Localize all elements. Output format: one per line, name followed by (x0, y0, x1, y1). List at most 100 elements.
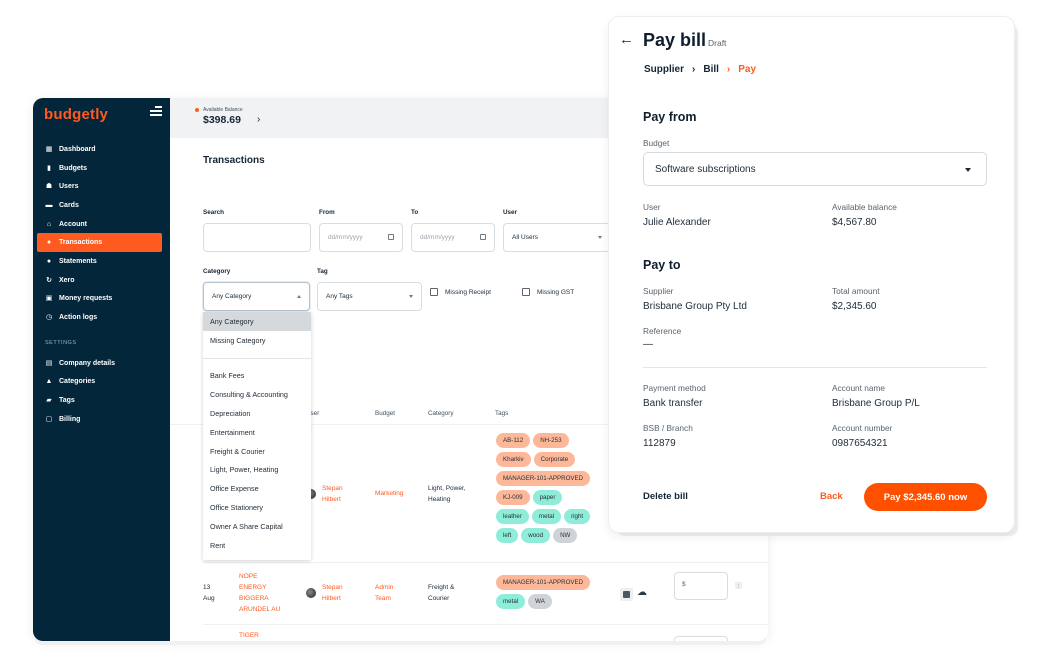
sidebar-item-company-details[interactable]: ▤ Company details (37, 354, 162, 373)
column-category[interactable]: Category (428, 410, 454, 417)
total-amount-value: $2,345.60 (832, 301, 877, 312)
breadcrumb-supplier[interactable]: Supplier (644, 64, 684, 75)
tag-chip: right (564, 509, 591, 524)
dropdown-option[interactable]: Office Expense (203, 479, 311, 498)
back-arrow-icon[interactable]: ← (619, 31, 634, 48)
sidebar-item-money-requests[interactable]: ▣ Money requests (37, 290, 162, 309)
calendar-icon[interactable] (388, 234, 394, 240)
dropdown-option[interactable]: Office Stationery (203, 498, 311, 517)
dropdown-option[interactable]: Light, Power, Heating (203, 461, 311, 480)
sidebar-item-cards[interactable]: ▬ Cards (37, 196, 162, 215)
sidebar-item-action-logs[interactable]: ◷ Action logs (37, 308, 162, 327)
sidebar-item-account[interactable]: ⌂ Account (37, 215, 162, 234)
balance-value[interactable]: $398.69 (203, 114, 241, 126)
avatar (306, 588, 316, 598)
sidebar-item-statements[interactable]: ● Statements (37, 252, 162, 271)
amount-input[interactable] (674, 636, 728, 641)
tag-chip: WA (528, 594, 552, 609)
breadcrumb-bill[interactable]: Bill (703, 64, 719, 75)
dropdown-option-missing-category[interactable]: Missing Category (203, 331, 311, 350)
amount-input[interactable]: $ (674, 572, 728, 600)
calendar-icon: ▢ (45, 415, 53, 423)
calendar-icon[interactable] (480, 234, 486, 240)
delete-bill-button[interactable]: Delete bill (643, 491, 688, 502)
sidebar-item-label: Budgets (59, 164, 87, 172)
row-date: 13 Aug (203, 584, 215, 602)
tag-select[interactable]: Any Tags (317, 282, 422, 311)
dropdown-option[interactable]: Bank Fees (203, 367, 311, 386)
tag-chip: left (496, 528, 519, 543)
cloud-upload-icon[interactable]: ☁ (637, 587, 647, 598)
panel-title: Pay bill (643, 30, 707, 50)
tag-chip: wood (521, 528, 551, 543)
sidebar-item-label: Cards (59, 201, 79, 209)
user-select[interactable]: All Users (503, 223, 611, 252)
checkbox-box[interactable] (522, 288, 530, 296)
missing-gst-checkbox[interactable]: Missing GST (522, 288, 574, 296)
budget-select[interactable]: Software subscriptions (643, 152, 987, 186)
row-merchant[interactable]: NOPE ENERGY BIGGERA ARUNDEL AU (239, 571, 280, 615)
dropdown-option[interactable]: Owner A Share Capital (203, 517, 311, 536)
balance-label: Available Balance (203, 107, 243, 113)
search-input[interactable] (203, 223, 311, 252)
sidebar-item-categories[interactable]: ▲ Categories (37, 373, 162, 392)
bank-icon: ⌂ (46, 220, 52, 228)
receipt-icon[interactable] (620, 588, 633, 601)
sidebar-item-label: Users (59, 183, 79, 191)
chevron-up-icon (297, 295, 301, 298)
to-date-input[interactable]: dd/mm/yyyy (411, 223, 495, 252)
sidebar-item-transactions[interactable]: ● Transactions (37, 233, 162, 253)
sidebar-item-xero[interactable]: ↻ Xero (37, 271, 162, 290)
sidebar-item-budgets[interactable]: ▮ Budgets (37, 159, 162, 178)
row-budget[interactable]: Marketing (375, 488, 404, 499)
payment-method-value: Bank transfer (643, 398, 703, 409)
pay-now-button[interactable]: Pay $2,345.60 now (864, 483, 987, 511)
row-divider (203, 562, 768, 563)
sidebar-item-tags[interactable]: ▰ Tags (37, 391, 162, 410)
payment-method-label: Payment method (643, 383, 706, 393)
row-budget[interactable]: Admin Team (375, 582, 393, 604)
user-value: Julie Alexander (643, 217, 711, 228)
reference-label: Reference (643, 326, 682, 336)
checkbox-box[interactable] (430, 288, 438, 296)
sidebar-item-label: Categories (59, 378, 96, 386)
category-select[interactable]: Any Category (203, 282, 310, 311)
sidebar-item-label: Money requests (59, 295, 113, 303)
dropdown-option[interactable]: Consulting & Accounting (203, 385, 311, 404)
dropdown-option[interactable]: Rent (203, 536, 311, 555)
dropdown-option[interactable]: Entertainment (203, 423, 311, 442)
page-title: Transactions (203, 155, 265, 166)
card-icon: ▬ (45, 201, 53, 209)
row-user[interactable]: Stepan Hilbert (322, 582, 343, 604)
sidebar-item-label: Dashboard (59, 145, 96, 153)
statement-icon: ● (46, 257, 52, 265)
brand-logo: budgetly (44, 106, 109, 123)
chevron-right-icon[interactable]: › (257, 114, 260, 125)
available-balance-value: $4,567.80 (832, 217, 877, 228)
more-icon[interactable]: ⋮ (735, 582, 742, 589)
breadcrumb-pay: Pay (738, 64, 757, 75)
sidebar-item-dashboard[interactable]: ▦ Dashboard (37, 140, 162, 159)
menu-toggle-icon[interactable] (150, 106, 162, 118)
sidebar-item-users[interactable]: ☗ Users (37, 177, 162, 196)
available-balance-label: Available balance (832, 202, 897, 212)
row-user[interactable]: Stepan Hilbert (322, 483, 343, 505)
chevron-right-icon: › (726, 64, 731, 75)
tag-chip: NH-253 (533, 433, 569, 448)
sidebar-item-billing[interactable]: ▢ Billing (37, 410, 162, 429)
dropdown-option-any-category[interactable]: Any Category (203, 312, 311, 331)
status-dot (195, 108, 199, 112)
missing-receipt-checkbox[interactable]: Missing Receipt (430, 288, 491, 296)
column-budget[interactable]: Budget (375, 410, 395, 417)
tag-chip: NW (553, 528, 578, 543)
row-merchant[interactable]: TIGER (239, 630, 259, 641)
column-tags[interactable]: Tags (495, 410, 508, 417)
chevron-down-icon (409, 295, 413, 298)
sidebar-item-label: Action logs (59, 314, 98, 322)
tag-chip: metal (496, 594, 526, 609)
dashboard-icon: ▦ (45, 145, 53, 153)
from-date-input[interactable]: dd/mm/yyyy (319, 223, 403, 252)
dropdown-option[interactable]: Freight & Courier (203, 442, 311, 461)
dropdown-option[interactable]: Depreciation (203, 404, 311, 423)
back-button[interactable]: Back (820, 491, 843, 502)
